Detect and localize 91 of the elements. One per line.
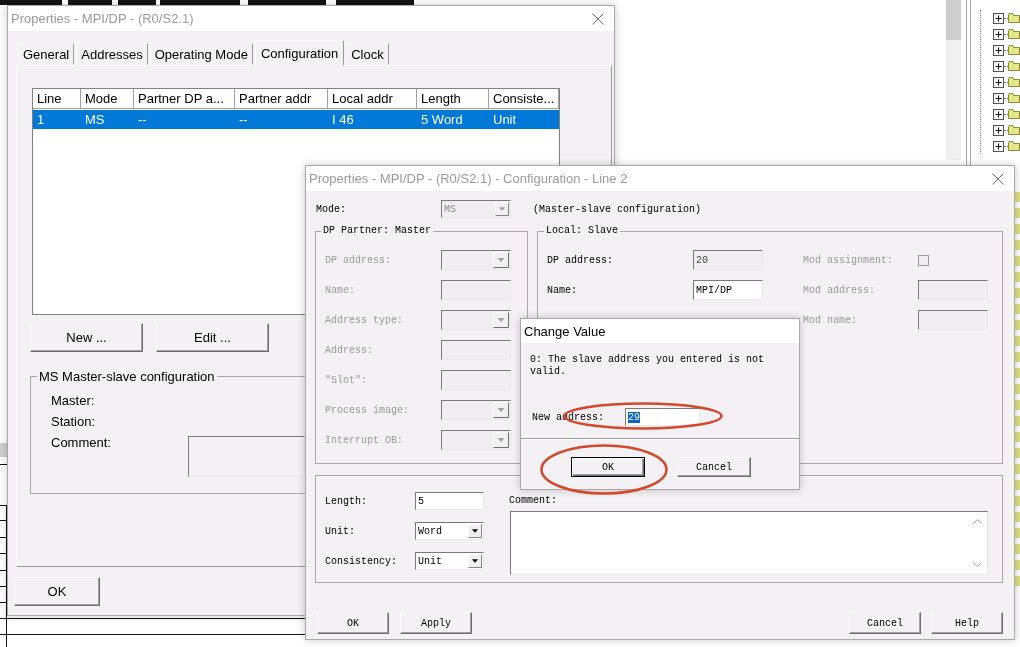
- field-label: Process image:: [325, 404, 410, 416]
- field-label: Name:: [325, 284, 356, 296]
- folder-icon[interactable]: [1008, 61, 1020, 71]
- dialog-button[interactable]: Cancel: [677, 457, 751, 477]
- group-title: MS Master-slave configuration: [38, 369, 216, 384]
- expand-icon[interactable]: [993, 108, 1004, 120]
- field-label: Mode:: [315, 203, 347, 215]
- dialog-button[interactable]: Help: [931, 612, 1003, 634]
- column-header[interactable]: Length: [417, 89, 489, 109]
- field-label: Mod name:: [803, 314, 858, 326]
- expand-icon[interactable]: [993, 140, 1004, 152]
- text-field[interactable]: 20: [693, 250, 763, 270]
- column-header[interactable]: Consiste...: [489, 89, 559, 109]
- field-label: Address type:: [325, 314, 404, 326]
- dialog-button[interactable]: OK: [317, 612, 389, 634]
- field-label: Length:: [325, 495, 368, 507]
- scrollbar-track[interactable]: [946, 0, 961, 160]
- folder-icon[interactable]: [1008, 45, 1020, 55]
- expand-icon[interactable]: [993, 76, 1004, 88]
- dialog-button[interactable]: New ...: [30, 323, 143, 352]
- field-label: Mod assignment:: [803, 254, 894, 266]
- mode-description: (Master-slave configuration): [533, 203, 703, 215]
- folder-icon[interactable]: [1008, 13, 1020, 23]
- field-label: DP address:: [325, 254, 392, 266]
- tab[interactable]: Operating Mode: [149, 43, 253, 65]
- tab[interactable]: Configuration: [254, 40, 345, 66]
- expand-icon[interactable]: [993, 12, 1004, 24]
- table-cell-text: 5 Word: [420, 111, 464, 129]
- table-cell-text: --: [137, 111, 148, 129]
- field-label: Mod address:: [803, 284, 876, 296]
- dropdown-arrow-icon[interactable]: [468, 524, 482, 538]
- column-header[interactable]: Partner addr: [235, 89, 328, 109]
- table-cell-text: --: [238, 111, 249, 129]
- table-cell-text: 1: [36, 111, 46, 129]
- expand-icon[interactable]: [993, 44, 1004, 56]
- close-icon[interactable]: [992, 172, 1004, 185]
- column-header[interactable]: Mode: [81, 89, 134, 109]
- folder-icon[interactable]: [1008, 141, 1020, 151]
- text-field[interactable]: 29: [625, 408, 700, 426]
- tab[interactable]: General: [18, 43, 75, 65]
- field-label: Station:: [51, 413, 97, 431]
- table-cell-text: Unit: [492, 111, 518, 129]
- ok-button[interactable]: OK: [14, 577, 100, 606]
- table-cell-text: MS: [84, 111, 106, 129]
- column-header[interactable]: Partner DP a...: [134, 89, 235, 109]
- column-header[interactable]: Line: [33, 89, 81, 109]
- table-row[interactable]: 1 MS -- -- I 46 5 Word Unit: [33, 110, 559, 129]
- scrollbar-thumb[interactable]: [946, 0, 961, 40]
- field-label: Name:: [547, 284, 578, 296]
- table-cell-text: I 46: [331, 111, 355, 129]
- dropdown[interactable]: Word: [415, 522, 484, 540]
- tab[interactable]: Addresses: [76, 43, 148, 65]
- folder-icon[interactable]: [1008, 125, 1020, 135]
- tab[interactable]: Clock: [346, 43, 389, 65]
- folder-icon[interactable]: [1008, 109, 1020, 119]
- field-label: Comment:: [509, 495, 557, 507]
- field-label: "Slot":: [325, 374, 368, 386]
- scroll-up-icon[interactable]: [973, 519, 982, 524]
- text-field[interactable]: MPI/DP: [693, 280, 763, 300]
- field-label: Consistency:: [325, 555, 398, 567]
- dialog-button[interactable]: Cancel: [849, 612, 921, 634]
- dialog-button[interactable]: Apply: [400, 612, 472, 634]
- text-field[interactable]: 5: [415, 492, 484, 510]
- group-title: Local: Slave: [545, 225, 619, 237]
- field-label: Unit:: [325, 525, 356, 537]
- expand-icon[interactable]: [993, 92, 1004, 104]
- group-title: DP Partner: Master: [322, 225, 433, 237]
- close-icon[interactable]: [592, 12, 604, 25]
- comment-field[interactable]: [188, 436, 305, 477]
- dropdown[interactable]: Unit: [415, 552, 484, 570]
- error-message: 0: The slave address you entered is not valid.: [530, 354, 766, 378]
- scroll-down-icon[interactable]: [973, 562, 982, 567]
- expand-icon[interactable]: [993, 124, 1004, 136]
- field-label: DP address:: [547, 254, 614, 266]
- folder-icon[interactable]: [1008, 29, 1020, 39]
- field-label: Interrupt OB:: [325, 434, 404, 446]
- dropdown-arrow-icon[interactable]: [468, 554, 482, 568]
- window-title: Change Value: [524, 323, 606, 339]
- folder-icon[interactable]: [1008, 93, 1020, 103]
- field-label: Address:: [325, 344, 374, 356]
- window-title: Properties - MPI/DP - (R0/S2.1) - Configuration - Line 2: [309, 171, 628, 186]
- comment-field[interactable]: [510, 511, 988, 575]
- expand-icon[interactable]: [993, 28, 1004, 40]
- dialog-button[interactable]: OK: [571, 457, 645, 477]
- dialog-button[interactable]: Edit ...: [156, 323, 269, 352]
- field-label: Master:: [51, 392, 96, 410]
- field-label: Comment:: [51, 434, 112, 452]
- folder-icon[interactable]: [1008, 77, 1020, 87]
- expand-icon[interactable]: [993, 60, 1004, 72]
- window-title: Properties - MPI/DP - (R0/S2.1): [11, 11, 194, 26]
- column-header[interactable]: Local addr: [328, 89, 417, 109]
